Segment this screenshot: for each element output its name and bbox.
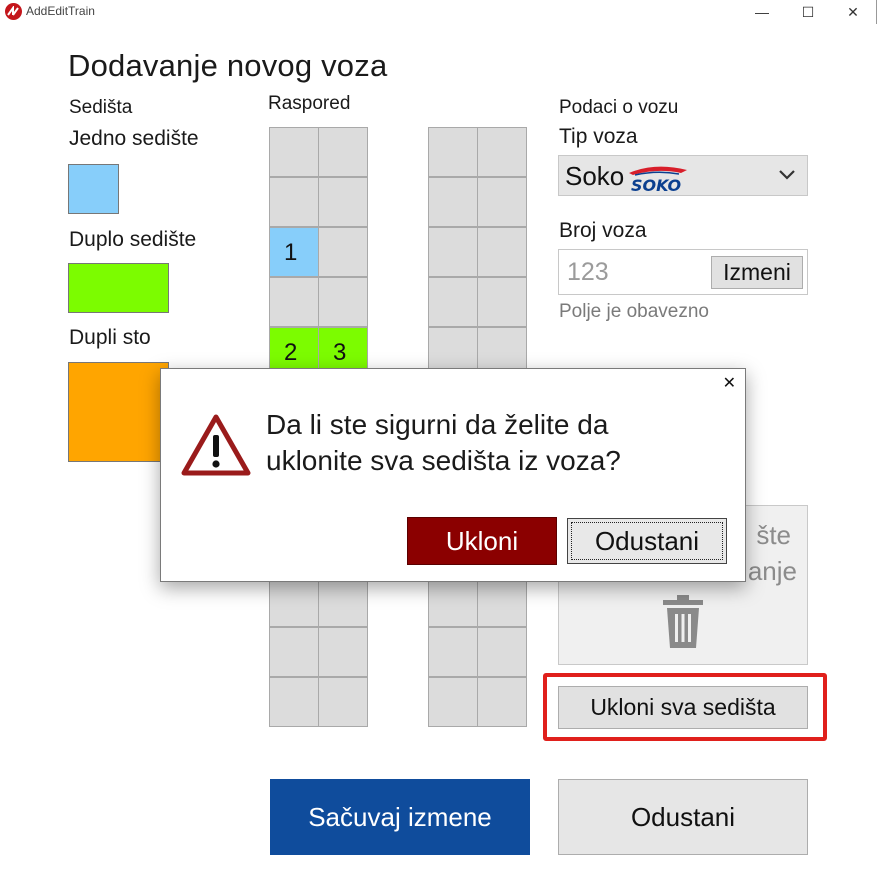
warning-icon [181, 413, 251, 482]
drop-zone-text-1: šte [756, 520, 791, 550]
seat-cell[interactable] [428, 177, 478, 227]
dialog-message: Da li ste sigurni da želite da uklonite … [266, 409, 621, 476]
double-seat-label: Duplo sedište [69, 228, 197, 251]
seat-cell[interactable] [318, 577, 368, 627]
seat-cell[interactable] [477, 177, 527, 227]
soko-logo: SOKO [625, 164, 697, 199]
seat-cell[interactable] [428, 277, 478, 327]
maximize-button[interactable]: ☐ [785, 0, 831, 24]
double-seat-swatch[interactable] [68, 263, 169, 313]
double-table-swatch[interactable] [68, 362, 169, 462]
seat-cell[interactable]: 1 [269, 227, 319, 277]
train-type-value: Soko [565, 161, 625, 191]
dialog-close-button[interactable]: ✕ [723, 373, 736, 393]
train-type-select[interactable]: Soko SOKO [558, 155, 808, 196]
seat-cell[interactable] [269, 277, 319, 327]
app-logo-icon [5, 3, 22, 20]
single-seat-swatch[interactable] [68, 164, 119, 214]
page-title: Dodavanje novog voza [68, 48, 388, 83]
drop-zone-text-2: anje [747, 556, 797, 586]
seat-cell[interactable] [477, 227, 527, 277]
trash-icon [661, 594, 705, 655]
seat-cell[interactable] [428, 127, 478, 177]
train-number-field[interactable]: 123 Izmeni [558, 249, 808, 295]
seat-cell[interactable] [477, 577, 527, 627]
confirm-remove-button[interactable]: Ukloni [407, 517, 557, 565]
seat-cell[interactable] [318, 177, 368, 227]
title-bar: AddEditTrain — ☐ ✕ [0, 0, 877, 26]
minimize-button[interactable]: — [739, 0, 785, 24]
seat-cell[interactable] [477, 627, 527, 677]
chevron-down-icon [777, 164, 797, 189]
train-info-heading: Podaci o vozu [559, 97, 679, 118]
soko-logo-text: SOKO [631, 176, 682, 194]
seat-cell[interactable] [428, 677, 478, 727]
seat-number: 3 [333, 339, 347, 366]
window-title: AddEditTrain [26, 4, 95, 18]
save-changes-button[interactable]: Sačuvaj izmene [270, 779, 530, 855]
seat-cell[interactable] [428, 577, 478, 627]
seat-cell[interactable] [318, 227, 368, 277]
edit-number-button[interactable]: Izmeni [711, 256, 803, 289]
seat-number: 1 [284, 239, 298, 266]
seat-number: 2 [284, 339, 298, 366]
seat-cell[interactable] [269, 127, 319, 177]
seat-cell[interactable] [318, 677, 368, 727]
dialog-cancel-button[interactable]: Odustani [567, 518, 727, 564]
train-type-label: Tip voza [559, 125, 638, 148]
seat-cell[interactable] [477, 677, 527, 727]
seat-cell[interactable] [269, 627, 319, 677]
train-number-label: Broj voza [559, 219, 647, 242]
train-number-placeholder: 123 [567, 258, 609, 286]
seat-cell[interactable] [477, 127, 527, 177]
seat-cell[interactable] [428, 627, 478, 677]
seat-cell[interactable] [318, 627, 368, 677]
seat-cell[interactable] [428, 227, 478, 277]
seats-heading: Sedišta [69, 97, 133, 118]
seat-cell[interactable] [318, 277, 368, 327]
seat-cell[interactable] [477, 277, 527, 327]
seat-cell[interactable] [269, 177, 319, 227]
required-hint: Polje je obavezno [559, 301, 709, 322]
seat-cell[interactable] [269, 677, 319, 727]
remove-all-seats-button[interactable]: Ukloni sva sedišta [558, 686, 808, 729]
single-seat-label: Jedno sedište [69, 127, 199, 150]
seat-cell[interactable] [318, 127, 368, 177]
confirm-dialog: ✕ Da li ste sigurni da želite da uklonit… [160, 368, 746, 582]
seat-cell[interactable] [269, 577, 319, 627]
double-table-label: Dupli sto [69, 326, 151, 349]
close-window-button[interactable]: ✕ [830, 0, 876, 24]
layout-heading: Raspored [268, 93, 351, 114]
cancel-button[interactable]: Odustani [558, 779, 808, 855]
